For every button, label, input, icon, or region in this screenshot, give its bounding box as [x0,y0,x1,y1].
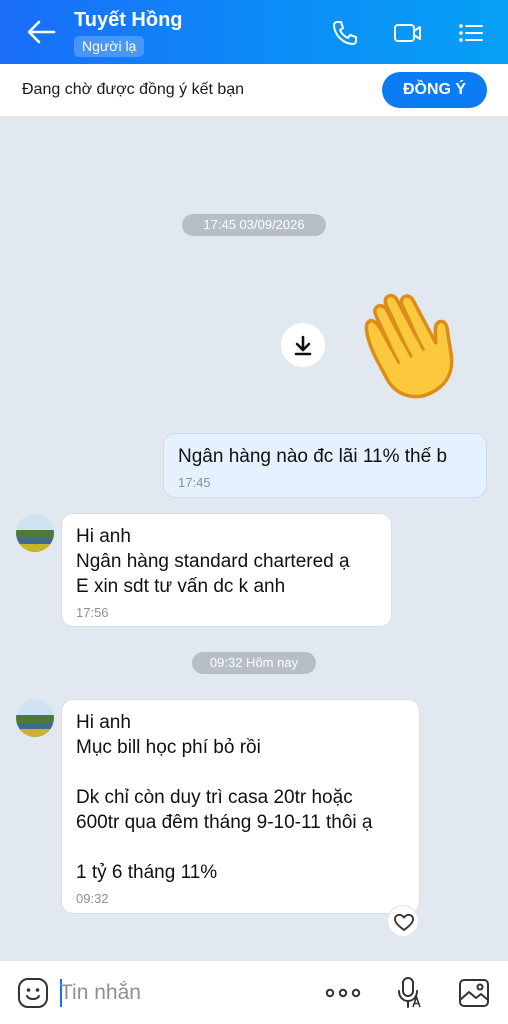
contact-name[interactable]: Tuyết Hồng [74,9,183,32]
message-time: 17:56 [76,605,109,620]
back-arrow-icon[interactable] [24,16,58,48]
message-line: Mục bill học phí bỏ rồi [76,737,261,758]
avatar[interactable] [16,514,54,552]
sent-message-bubble[interactable]: Ngân hàng nào đc lãi 11% thế b 17:45 [163,433,487,498]
download-icon[interactable] [281,323,325,367]
message-time: 17:45 [178,475,211,490]
friend-request-bar: Đang chờ được đồng ý kết bạn ĐỒNG Ý [0,64,508,116]
message-time: 09:32 [76,891,109,906]
stranger-badge: Người lạ [74,36,145,57]
accept-button[interactable]: ĐỒNG Ý [382,72,487,108]
avatar[interactable] [16,699,54,737]
message-line: Hi anh [76,712,131,733]
message-line: 600tr qua đêm tháng 9-10-11 thôi ạ [76,812,373,833]
timestamp-divider: 09:32 Hôm nay [192,652,316,674]
waving-hand-sticker[interactable] [345,286,473,406]
phone-icon[interactable] [330,18,360,48]
image-gallery-icon[interactable] [457,976,491,1010]
pending-request-text: Đang chờ được đồng ý kết bạn [22,81,245,98]
message-composer [0,960,508,1024]
message-line: Dk chỉ còn duy trì casa 20tr hoặc [76,787,353,808]
message-line: Ngân hàng standard chartered ạ [76,551,350,572]
message-line: E xin sdt tư vấn dc k anh [76,576,286,597]
message-line: 1 tỷ 6 tháng 11% [76,862,218,883]
chat-header: Tuyết Hồng Người lạ [0,0,508,64]
message-line: Hi anh [76,526,131,547]
message-input[interactable] [60,977,300,1009]
more-options-icon[interactable] [324,978,362,1008]
timestamp-divider: 17:45 03/09/2026 [182,214,326,236]
chat-messages[interactable]: 17:45 03/09/2026 Ngân hàng nào đc lãi 11… [0,116,508,960]
menu-list-icon[interactable] [456,18,486,48]
received-message-bubble[interactable]: Hi anh Mục bill học phí bỏ rồi Dk chỉ cò… [61,699,420,914]
received-message-bubble[interactable]: Hi anh Ngân hàng standard chartered ạ E … [61,513,392,627]
heart-reaction-icon[interactable] [387,905,419,937]
video-camera-icon[interactable] [393,18,423,48]
emoji-sticker-icon[interactable] [16,976,50,1010]
voice-input-icon[interactable] [394,975,424,1011]
message-text: Ngân hàng nào đc lãi 11% thế b [178,446,448,467]
